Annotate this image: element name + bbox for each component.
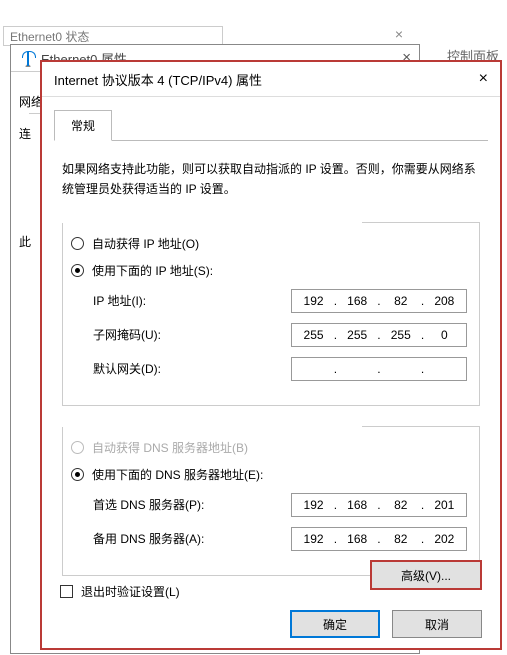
- radio-use-ip-label: 使用下面的 IP 地址(S):: [92, 262, 213, 279]
- alt-oct-3[interactable]: 82: [386, 532, 416, 546]
- alt-oct-1[interactable]: 192: [299, 532, 329, 546]
- mask-oct-2[interactable]: 255: [342, 328, 372, 342]
- radio-icon: [71, 264, 84, 277]
- tab-general[interactable]: 常规: [54, 110, 112, 141]
- ip-input[interactable]: 192. 168. 82. 208: [291, 289, 467, 313]
- ok-button-label: 确定: [323, 616, 347, 633]
- pref-dns-input[interactable]: 192. 168. 82. 201: [291, 493, 467, 517]
- dns-group: 自动获得 DNS 服务器地址(B) 使用下面的 DNS 服务器地址(E): 首选…: [62, 426, 480, 576]
- alt-dns-label: 备用 DNS 服务器(A):: [93, 530, 291, 547]
- mask-oct-3[interactable]: 255: [386, 328, 416, 342]
- radio-icon: [71, 441, 84, 454]
- ok-button[interactable]: 确定: [290, 610, 380, 638]
- mask-oct-4[interactable]: 0: [429, 328, 459, 342]
- panel-body: 如果网络支持此功能，则可以获取自动指派的 IP 设置。否则，你需要从网络系统管理…: [42, 141, 500, 604]
- radio-icon: [71, 468, 84, 481]
- pref-oct-3[interactable]: 82: [386, 498, 416, 512]
- bg-window-status: Ethernet0 状态: [3, 26, 223, 46]
- validate-label: 退出时验证设置(L): [81, 583, 180, 600]
- radio-auto-dns-label: 自动获得 DNS 服务器地址(B): [92, 439, 248, 456]
- radio-icon: [71, 237, 84, 250]
- cancel-button[interactable]: 取消: [392, 610, 482, 638]
- description-text: 如果网络支持此功能，则可以获取自动指派的 IP 设置。否则，你需要从网络系统管理…: [62, 159, 480, 200]
- alt-oct-4[interactable]: 202: [429, 532, 459, 546]
- close-icon[interactable]: ×: [479, 71, 488, 87]
- validate-checkbox[interactable]: 退出时验证设置(L): [60, 583, 180, 600]
- validate-row: 退出时验证设置(L): [60, 579, 180, 600]
- field-pref-dns: 首选 DNS 服务器(P): 192. 168. 82. 201: [93, 493, 467, 517]
- pref-oct-2[interactable]: 168: [342, 498, 372, 512]
- alt-oct-2[interactable]: 168: [342, 532, 372, 546]
- pref-dns-label: 首选 DNS 服务器(P):: [93, 496, 291, 513]
- bg-close-icon-1[interactable]: ×: [390, 26, 408, 42]
- ipv4-properties-dialog: Internet 协议版本 4 (TCP/IPv4) 属性 × 常规 如果网络支…: [40, 60, 502, 650]
- dialog-titlebar: Internet 协议版本 4 (TCP/IPv4) 属性 ×: [42, 62, 500, 96]
- radio-auto-dns: 自动获得 DNS 服务器地址(B): [71, 439, 467, 456]
- ip-oct-1[interactable]: 192: [299, 294, 329, 308]
- dialog-title: Internet 协议版本 4 (TCP/IPv4) 属性: [54, 70, 479, 89]
- advanced-button[interactable]: 高级(V)...: [370, 560, 482, 590]
- ip-oct-3[interactable]: 82: [386, 294, 416, 308]
- ip-oct-4[interactable]: 208: [429, 294, 459, 308]
- mask-input[interactable]: 255. 255. 255. 0: [291, 323, 467, 347]
- ip-label: IP 地址(I):: [93, 292, 291, 309]
- radio-use-dns[interactable]: 使用下面的 DNS 服务器地址(E):: [71, 466, 467, 483]
- ip-group: 自动获得 IP 地址(O) 使用下面的 IP 地址(S): IP 地址(I): …: [62, 222, 480, 406]
- button-row: 确定 取消: [42, 610, 500, 638]
- radio-use-ip[interactable]: 使用下面的 IP 地址(S):: [71, 262, 467, 279]
- tab-strip: 常规: [54, 109, 500, 140]
- radio-use-dns-label: 使用下面的 DNS 服务器地址(E):: [92, 466, 263, 483]
- checkbox-icon: [60, 585, 73, 598]
- mask-label: 子网掩码(U):: [93, 326, 291, 343]
- ip-oct-2[interactable]: 168: [342, 294, 372, 308]
- gw-label: 默认网关(D):: [93, 360, 291, 377]
- bg-window-status-title: Ethernet0 状态: [10, 28, 89, 45]
- mask-oct-1[interactable]: 255: [299, 328, 329, 342]
- advanced-button-label: 高级(V)...: [401, 567, 451, 584]
- field-mask: 子网掩码(U): 255. 255. 255. 0: [93, 323, 467, 347]
- gw-input[interactable]: . . .: [291, 357, 467, 381]
- radio-auto-ip[interactable]: 自动获得 IP 地址(O): [71, 235, 467, 252]
- radio-auto-ip-label: 自动获得 IP 地址(O): [92, 235, 199, 252]
- bg-this-label: 此: [19, 233, 31, 250]
- field-alt-dns: 备用 DNS 服务器(A): 192. 168. 82. 202: [93, 527, 467, 551]
- alt-dns-input[interactable]: 192. 168. 82. 202: [291, 527, 467, 551]
- field-ip: IP 地址(I): 192. 168. 82. 208: [93, 289, 467, 313]
- pref-oct-1[interactable]: 192: [299, 498, 329, 512]
- pref-oct-4[interactable]: 201: [429, 498, 459, 512]
- field-gateway: 默认网关(D): . . .: [93, 357, 467, 381]
- dialog-separator: [42, 96, 500, 97]
- bg-connect-label: 连: [19, 125, 31, 142]
- cancel-button-label: 取消: [425, 616, 449, 633]
- ethernet-icon: [21, 51, 35, 67]
